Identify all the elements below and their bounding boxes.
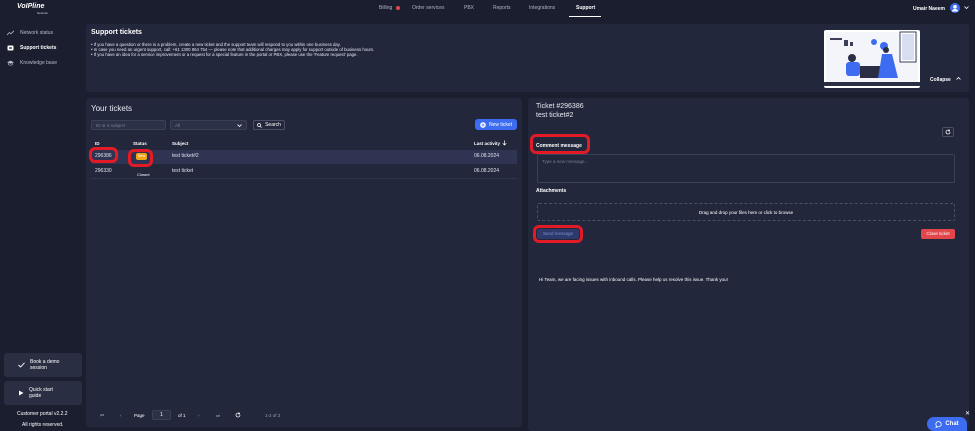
chevron-down-icon	[237, 123, 242, 127]
collapse-banner-button[interactable]: Collapse	[930, 76, 962, 83]
user-name[interactable]: Umair Naeem	[913, 6, 945, 12]
ticket-subject-heading: test ticket#2	[536, 112, 574, 119]
sidebar: Network status Support tickets Knowledge…	[0, 18, 85, 431]
highlight-comment-label	[530, 134, 590, 154]
brand-name: VoIPline	[17, 3, 45, 10]
nav-support[interactable]: Support	[576, 5, 595, 11]
page-number-input[interactable]: 1	[152, 410, 171, 420]
chat-label: Chat	[945, 421, 959, 427]
search-icon	[257, 122, 262, 128]
nav-active-underline	[569, 16, 601, 17]
column-id[interactable]: ID	[95, 141, 100, 146]
checkmark-icon	[18, 362, 25, 368]
guide-card-line2: guide	[29, 393, 42, 399]
sidebar-item-label: Support tickets	[20, 45, 57, 51]
new-ticket-button[interactable]: New ticket	[475, 119, 517, 130]
attachments-label: Attachments	[536, 188, 567, 194]
refresh-icon[interactable]	[235, 412, 241, 418]
brand-logo[interactable]: VoIPline Network	[17, 3, 65, 15]
search-button-label: Search	[265, 122, 281, 128]
highlight-send-button	[533, 225, 583, 243]
banner-title: Support tickets	[91, 29, 142, 36]
user-avatar-icon[interactable]	[950, 3, 960, 13]
tickets-panel-title: Your tickets	[91, 104, 133, 113]
page-label: Page	[134, 413, 145, 418]
copyright-text: All rights reserved.	[22, 422, 64, 428]
ticket-number: Ticket #296386	[536, 103, 584, 110]
book-demo-card[interactable]: Book a demo session	[4, 353, 82, 377]
tickets-pagination: ⏮ ‹ Page 1 of 1 › ⏭ 1-2 of 2	[91, 409, 517, 423]
sort-arrow-down-icon[interactable]	[502, 140, 507, 146]
table-row[interactable]: 296386 New test ticket#2 06.08.2024	[91, 150, 517, 164]
sidebar-item-network-status[interactable]: Network status	[7, 28, 53, 38]
nav-order-services[interactable]: Order services	[412, 5, 445, 11]
sidebar-item-label: Network status	[20, 30, 54, 36]
ticket-icon	[7, 45, 14, 51]
nav-pbx[interactable]: PBX	[464, 5, 474, 11]
highlight-ticket-id	[89, 147, 118, 163]
ticket-detail-panel	[528, 98, 969, 431]
ticket-search-input[interactable]: ID or a subject	[91, 120, 166, 130]
brand-tagline: Network	[37, 11, 49, 15]
tickets-table-header: ID Status Subject Last activity	[91, 139, 517, 149]
sidebar-item-label: Knowledge base	[20, 60, 57, 66]
chat-bubble-icon	[935, 420, 942, 428]
sidebar-item-support-tickets[interactable]: Support tickets	[7, 43, 56, 53]
status-badge: Closed	[137, 172, 150, 177]
column-status[interactable]: Status	[133, 141, 147, 146]
highlight-status-badge	[128, 149, 153, 167]
nav-billing[interactable]: Billing	[379, 5, 392, 11]
nav-reports[interactable]: Reports	[493, 5, 511, 11]
quick-start-card[interactable]: Quick start guide	[4, 381, 82, 405]
nav-integrations[interactable]: Integrations	[529, 5, 555, 11]
ticket-last-activity: 06.08.2024	[474, 168, 500, 174]
support-info-banner: Support tickets • If you have a question…	[86, 24, 969, 92]
portal-version: Customer portal v2.2.2	[17, 411, 68, 417]
demo-card-line2: session	[30, 365, 47, 371]
ticket-id[interactable]: 296330	[95, 168, 112, 174]
play-icon	[19, 390, 24, 396]
plus-circle-icon	[480, 121, 486, 128]
status-filter-select[interactable]: All	[170, 120, 247, 130]
page-range: 1-2 of 2	[265, 413, 281, 418]
first-page-icon[interactable]: ⏮	[100, 413, 104, 418]
ticket-last-activity: 06.08.2024	[474, 153, 500, 159]
chat-button[interactable]: Chat	[927, 417, 967, 431]
refresh-icon	[945, 129, 951, 135]
attachments-dropzone[interactable]: Drag and drop your files here or click t…	[537, 203, 955, 221]
comment-message-input[interactable]: Type a new message...	[537, 154, 955, 183]
refresh-button[interactable]	[942, 127, 954, 137]
sidebar-item-knowledge-base[interactable]: Knowledge base	[7, 58, 57, 68]
ticket-subject[interactable]: test ticket#2	[172, 153, 199, 159]
status-filter-value: All	[175, 122, 181, 128]
billing-alert-dot	[396, 6, 400, 10]
support-illustration	[824, 30, 920, 88]
chevron-down-icon[interactable]	[964, 5, 969, 12]
last-page-icon[interactable]: ⏭	[216, 413, 220, 418]
banner-line: • If you have an idea for a service impr…	[91, 52, 358, 57]
chevron-up-icon	[956, 76, 962, 80]
next-page-icon[interactable]: ›	[198, 413, 200, 418]
new-ticket-label: New ticket	[488, 121, 513, 128]
column-subject[interactable]: Subject	[172, 141, 188, 146]
prev-page-icon[interactable]: ‹	[120, 413, 122, 418]
top-navigation: VoIPline Network Billing Order services …	[0, 0, 975, 18]
column-last-activity[interactable]: Last activity	[474, 141, 500, 146]
graduation-cap-icon	[7, 60, 14, 66]
chart-line-icon	[7, 30, 14, 36]
close-chat-icon[interactable]: ✕	[965, 410, 970, 417]
page-count: of 1	[178, 413, 186, 418]
ticket-subject[interactable]: test ticket	[172, 168, 193, 174]
ticket-message-text: Hi Team, we are facing issues with inbou…	[539, 277, 728, 282]
close-ticket-button[interactable]: Close ticket	[921, 229, 955, 239]
search-button[interactable]: Search	[253, 120, 285, 130]
table-row[interactable]: 296330 Closed test ticket 06.08.2024	[91, 165, 517, 179]
